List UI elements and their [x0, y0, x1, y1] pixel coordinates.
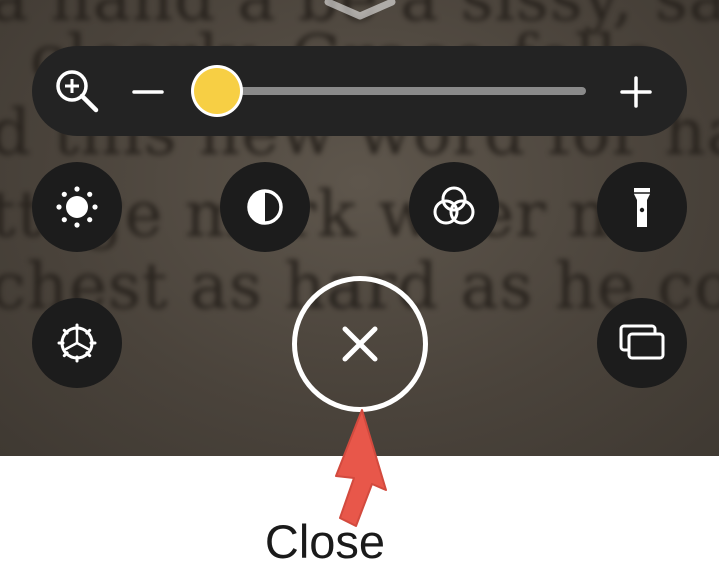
close-x-icon — [342, 326, 378, 362]
close-button[interactable] — [292, 276, 428, 412]
settings-gear-icon — [57, 323, 97, 363]
flashlight-button[interactable] — [597, 162, 687, 252]
magnifier-camera-view: a hand a be a sissy, sa clearly, Grace f… — [0, 0, 719, 456]
flashlight-icon — [634, 188, 650, 227]
red-arrow-pointer — [335, 409, 387, 527]
zoom-slider-track[interactable] — [218, 87, 586, 95]
filters-button[interactable] — [409, 162, 499, 252]
color-filters-icon — [433, 186, 475, 225]
zoom-in-icon — [56, 70, 99, 113]
settings-button[interactable] — [32, 298, 122, 388]
zoom-out-button[interactable] — [128, 72, 168, 112]
multi-image-button[interactable] — [597, 298, 687, 388]
multi-image-icon — [619, 324, 665, 360]
zoom-in-button[interactable] — [614, 70, 658, 114]
brightness-sun-icon — [56, 186, 98, 228]
zoom-slider-thumb[interactable] — [194, 68, 240, 114]
close-annotation-label: Close — [264, 515, 386, 568]
contrast-icon — [247, 189, 283, 225]
brightness-button[interactable] — [32, 162, 122, 252]
contrast-button[interactable] — [220, 162, 310, 252]
chevron-down-icon[interactable] — [322, 0, 398, 22]
